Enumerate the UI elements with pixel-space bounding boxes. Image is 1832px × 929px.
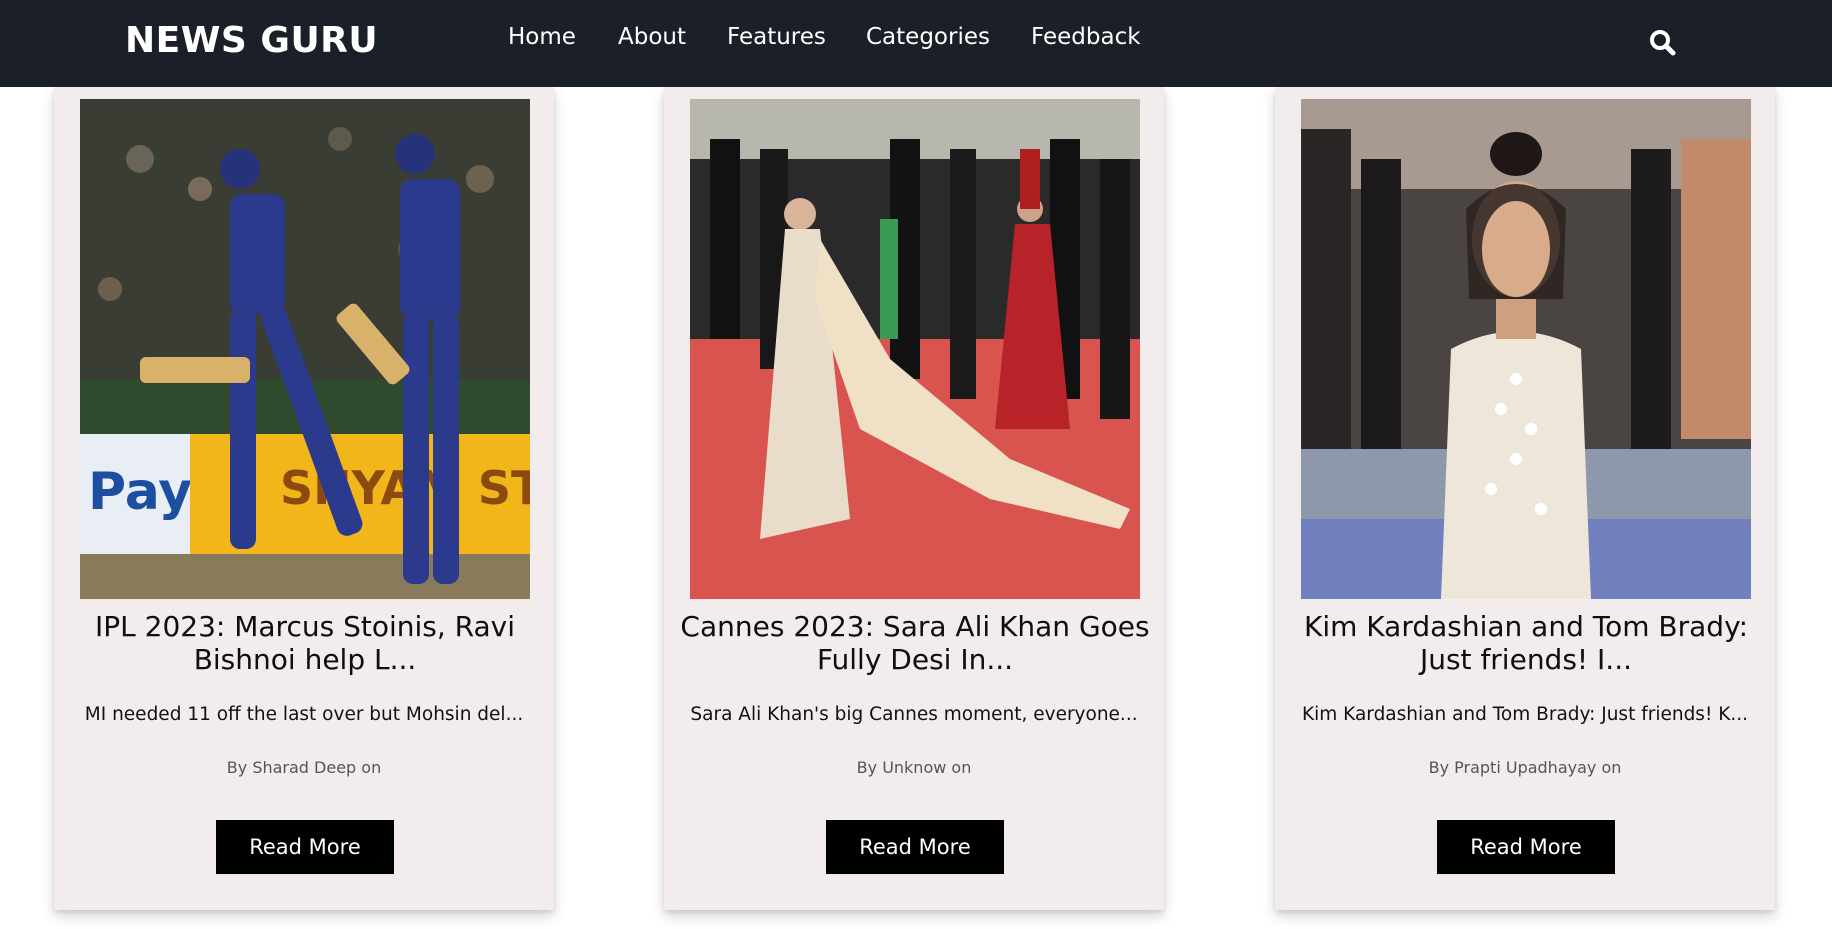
search-icon[interactable] xyxy=(1648,28,1678,58)
card-title[interactable]: Kim Kardashian and Tom Brady: Just frien… xyxy=(1289,610,1763,676)
nav-about[interactable]: About xyxy=(618,24,686,50)
cricket-players-photo: Pay SHYAM STEE xyxy=(80,99,530,599)
read-more-button[interactable]: Read More xyxy=(1437,820,1615,874)
card-author: By Sharad Deep on xyxy=(226,758,382,777)
news-card: Cannes 2023: Sara Ali Khan Goes Fully De… xyxy=(664,87,1164,910)
card-author: By Prapti Upadhayay on xyxy=(1428,758,1622,777)
read-more-button[interactable]: Read More xyxy=(826,820,1004,874)
card-title[interactable]: IPL 2023: Marcus Stoinis, Ravi Bishnoi h… xyxy=(68,610,542,676)
card-description: Kim Kardashian and Tom Brady: Just frien… xyxy=(1301,704,1749,725)
nav-features[interactable]: Features xyxy=(727,24,826,50)
news-card: Kim Kardashian and Tom Brady: Just frien… xyxy=(1275,87,1775,910)
top-navbar: NEWS GURU Home About Features Categories… xyxy=(0,0,1832,87)
read-more-button[interactable]: Read More xyxy=(216,820,394,874)
card-author: By Unknow on xyxy=(856,758,972,777)
brand-logo[interactable]: NEWS GURU xyxy=(125,20,378,61)
nav-categories[interactable]: Categories xyxy=(866,24,990,50)
red-carpet-photo xyxy=(690,99,1140,599)
card-title[interactable]: Cannes 2023: Sara Ali Khan Goes Fully De… xyxy=(678,610,1152,676)
nav-feedback[interactable]: Feedback xyxy=(1031,24,1141,50)
celebrity-event-photo xyxy=(1301,99,1751,599)
card-image-cannes[interactable] xyxy=(690,99,1140,599)
news-card: Pay SHYAM STEE IPL 2023: Marcus Stoinis,… xyxy=(54,87,554,910)
card-image-cricket[interactable]: Pay SHYAM STEE xyxy=(80,99,530,599)
card-description: MI needed 11 off the last over but Mohsi… xyxy=(84,704,524,725)
svg-text:Pay: Pay xyxy=(88,462,192,522)
card-image-kardashian[interactable] xyxy=(1301,99,1751,599)
card-description: Sara Ali Khan's big Cannes moment, every… xyxy=(690,704,1138,725)
nav-home[interactable]: Home xyxy=(508,24,576,50)
